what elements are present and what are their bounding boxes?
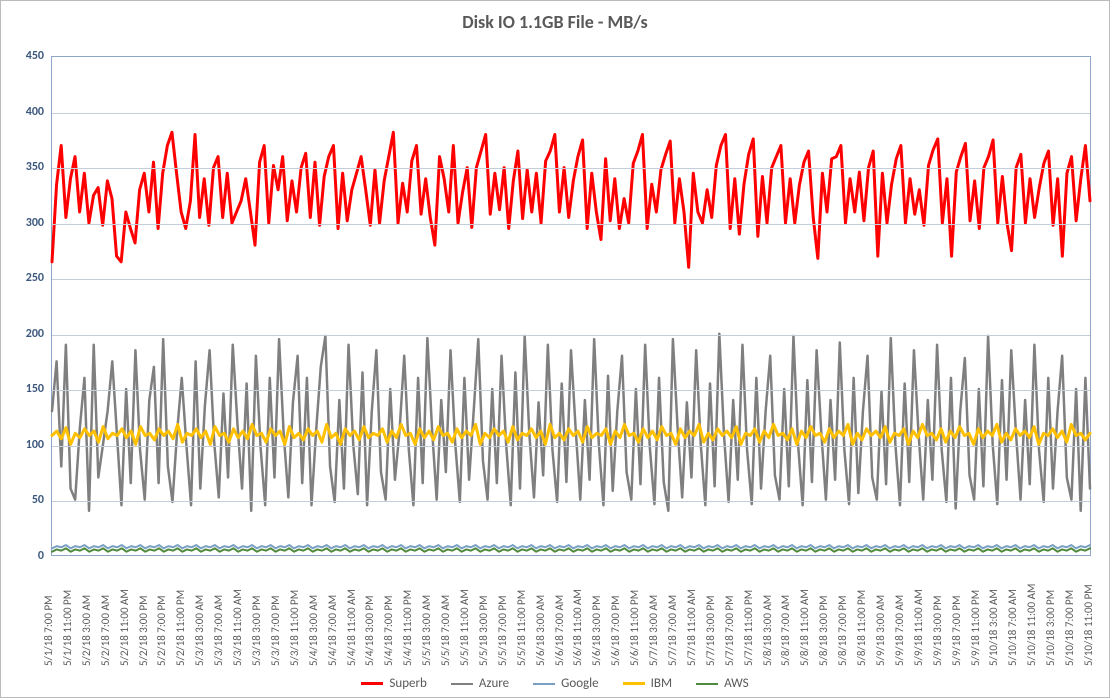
chart-legend: Superb Azure Google IBM AWS xyxy=(1,676,1109,691)
x-tick-label: 5/2/18 3:00 PM xyxy=(137,595,150,666)
y-tick-label: 450 xyxy=(4,49,44,63)
x-tick-label: 5/4/18 11:00 PM xyxy=(401,590,414,666)
grid-line xyxy=(52,168,1090,169)
x-tick-label: 5/5/18 3:00 PM xyxy=(477,595,490,666)
x-tick-label: 5/3/18 11:00 PM xyxy=(288,590,301,666)
legend-swatch xyxy=(623,682,645,685)
legend-label: Google xyxy=(561,676,598,691)
x-tick-label: 5/7/18 7:00 PM xyxy=(723,595,736,666)
series-google xyxy=(52,545,1090,548)
grid-line xyxy=(52,501,1090,502)
y-tick-label: 200 xyxy=(4,327,44,341)
x-tick-label: 5/8/18 3:00 PM xyxy=(817,595,830,666)
y-tick-label: 350 xyxy=(4,160,44,174)
legend-item-google: Google xyxy=(533,676,598,691)
x-tick-label: 5/6/18 3:00 PM xyxy=(590,595,603,666)
x-tick-label: 5/10/18 7:00 AM xyxy=(1006,589,1019,666)
x-tick-label: 5/4/18 7:00 PM xyxy=(382,595,395,666)
legend-item-aws: AWS xyxy=(696,676,749,691)
legend-label: AWS xyxy=(724,676,749,691)
legend-label: Azure xyxy=(479,676,509,691)
x-tick-label: 5/1/18 11:00 PM xyxy=(61,590,74,666)
series-superb xyxy=(52,132,1090,267)
x-tick-label: 5/4/18 3:00 PM xyxy=(363,595,376,666)
x-tick-label: 5/7/18 11:00 PM xyxy=(742,590,755,666)
y-tick-label: 250 xyxy=(4,271,44,285)
x-tick-label: 5/6/18 3:00 AM xyxy=(534,595,547,666)
y-tick-label: 50 xyxy=(4,493,44,507)
x-tick-label: 5/10/18 3:00 AM xyxy=(987,589,1000,666)
x-tick-label: 5/2/18 11:00 AM xyxy=(118,589,131,666)
x-tick-label: 5/2/18 7:00 PM xyxy=(155,595,168,666)
x-tick-label: 5/3/18 11:00 AM xyxy=(231,589,244,666)
x-tick-label: 5/7/18 11:00 AM xyxy=(685,589,698,666)
x-tick-label: 5/2/18 11:00 PM xyxy=(174,590,187,666)
x-tick-label: 5/9/18 11:00 PM xyxy=(969,590,982,666)
grid-line xyxy=(52,390,1090,391)
x-tick-label: 5/5/18 11:00 AM xyxy=(458,589,471,666)
x-tick-label: 5/6/18 11:00 AM xyxy=(571,589,584,666)
legend-swatch xyxy=(451,683,473,685)
chart-lines xyxy=(52,57,1090,555)
x-tick-label: 5/1/18 7:00 PM xyxy=(42,595,55,666)
x-axis: 5/1/18 7:00 PM5/1/18 11:00 PM5/2/18 3:00… xyxy=(51,561,1091,666)
x-tick-label: 5/10/18 7:00 PM xyxy=(1063,590,1076,666)
y-tick-label: 300 xyxy=(4,216,44,230)
legend-label: IBM xyxy=(651,676,672,691)
x-tick-label: 5/2/18 7:00 AM xyxy=(99,595,112,666)
x-tick-label: 5/3/18 3:00 PM xyxy=(250,595,263,666)
grid-line xyxy=(52,279,1090,280)
x-tick-label: 5/5/18 7:00 AM xyxy=(439,595,452,666)
x-tick-label: 5/4/18 11:00 AM xyxy=(345,589,358,666)
x-tick-label: 5/10/18 11:00 AM xyxy=(1025,584,1038,666)
plot-area xyxy=(51,56,1091,556)
series-azure xyxy=(52,334,1090,511)
y-tick-label: 400 xyxy=(4,105,44,119)
x-tick-label: 5/8/18 7:00 PM xyxy=(836,595,849,666)
x-tick-label: 5/3/18 7:00 AM xyxy=(212,595,225,666)
x-tick-label: 5/5/18 3:00 AM xyxy=(420,595,433,666)
x-tick-label: 5/6/18 7:00 PM xyxy=(609,595,622,666)
x-tick-label: 5/8/18 11:00 PM xyxy=(855,590,868,666)
x-tick-label: 5/5/18 7:00 PM xyxy=(496,595,509,666)
x-tick-label: 5/2/18 3:00 AM xyxy=(80,595,93,666)
x-tick-label: 5/9/18 11:00 AM xyxy=(912,589,925,666)
x-tick-label: 5/8/18 7:00 AM xyxy=(779,595,792,666)
x-tick-label: 5/9/18 3:00 AM xyxy=(874,595,887,666)
legend-item-ibm: IBM xyxy=(623,676,672,691)
grid-line xyxy=(52,446,1090,447)
grid-line xyxy=(52,113,1090,114)
x-tick-label: 5/9/18 3:00 PM xyxy=(931,595,944,666)
chart-title: Disk IO 1.1GB File - MB/s xyxy=(1,11,1109,33)
chart-container: Disk IO 1.1GB File - MB/s 0 50 100 150 200 25… xyxy=(0,0,1110,698)
x-tick-label: 5/5/18 11:00 PM xyxy=(515,590,528,666)
x-tick-label: 5/4/18 3:00 AM xyxy=(307,595,320,666)
y-tick-label: 0 xyxy=(4,549,44,563)
x-tick-label: 5/4/18 7:00 AM xyxy=(326,595,339,666)
x-tick-label: 5/7/18 3:00 AM xyxy=(647,595,660,666)
y-tick-label: 150 xyxy=(4,382,44,396)
legend-item-azure: Azure xyxy=(451,676,509,691)
grid-line xyxy=(52,335,1090,336)
x-tick-label: 5/10/18 3:00 PM xyxy=(1044,590,1057,666)
legend-item-superb: Superb xyxy=(361,676,426,691)
x-tick-label: 5/9/18 7:00 PM xyxy=(950,595,963,666)
x-tick-label: 5/9/18 7:00 AM xyxy=(893,595,906,666)
x-tick-label: 5/6/18 11:00 PM xyxy=(628,590,641,666)
x-tick-label: 5/8/18 3:00 AM xyxy=(761,595,774,666)
series-aws xyxy=(52,548,1090,551)
legend-swatch xyxy=(361,682,383,685)
legend-swatch xyxy=(696,683,718,685)
x-tick-label: 5/10/18 11:00 PM xyxy=(1082,584,1095,666)
x-tick-label: 5/6/18 7:00 AM xyxy=(553,595,566,666)
legend-label: Superb xyxy=(389,676,426,691)
x-tick-label: 5/7/18 3:00 PM xyxy=(704,595,717,666)
y-tick-label: 100 xyxy=(4,438,44,452)
grid-line xyxy=(52,224,1090,225)
x-tick-label: 5/3/18 7:00 PM xyxy=(269,595,282,666)
legend-swatch xyxy=(533,683,555,685)
x-tick-label: 5/7/18 7:00 AM xyxy=(666,595,679,666)
x-tick-label: 5/3/18 3:00 AM xyxy=(193,595,206,666)
x-tick-label: 5/8/18 11:00 AM xyxy=(798,589,811,666)
